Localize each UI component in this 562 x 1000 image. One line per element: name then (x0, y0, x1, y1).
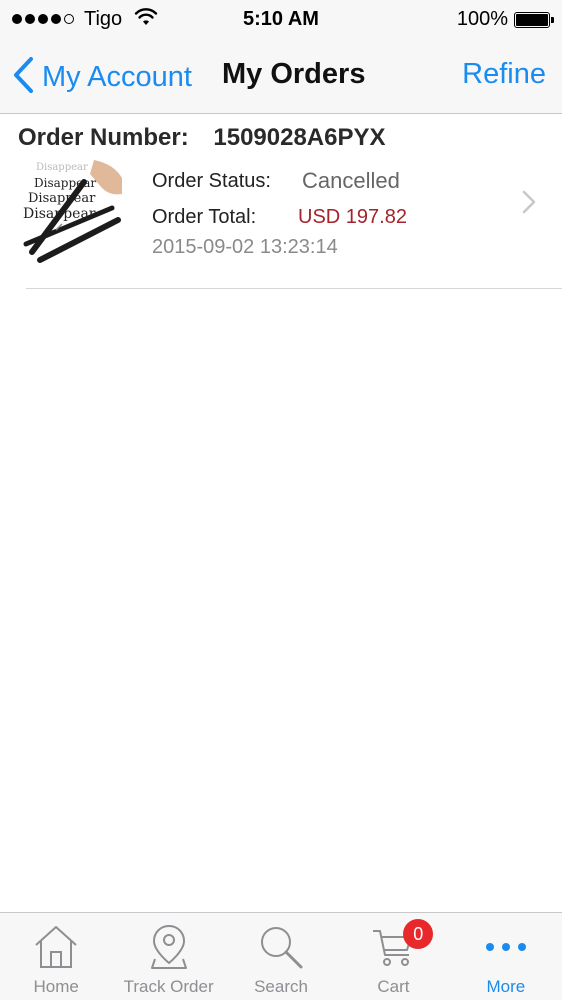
order-total-label: Order Total: (152, 206, 257, 228)
more-icon (483, 923, 529, 971)
search-icon (258, 923, 304, 971)
page-title: My Orders (222, 58, 366, 90)
status-right: 100% (456, 8, 554, 31)
cart-count-badge: 0 (403, 919, 434, 949)
order-status-value: Cancelled (302, 168, 400, 193)
order-number-value: 1509028A6PYX (213, 124, 386, 151)
tab-cart[interactable]: Cart 0 (337, 913, 449, 1000)
tab-label: Cart (377, 977, 410, 996)
pen-image (23, 160, 122, 263)
tab-home[interactable]: Home (0, 913, 112, 1000)
home-icon (33, 923, 79, 971)
refine-button[interactable]: Refine (462, 58, 546, 91)
order-number-header: Order Number: 1509028A6PYX (18, 124, 386, 152)
order-number-label: Order Number: (18, 124, 189, 151)
my-orders-screen: Tigo 5:10 AM 100% My Account My Orders R… (0, 0, 562, 1000)
tab-label: Search (254, 977, 308, 996)
chevron-left-icon (12, 56, 34, 99)
tab-more[interactable]: More (450, 913, 562, 1000)
tab-bar: Home Track Order Search Cart 0 More (0, 912, 562, 1000)
tab-label: Home (33, 977, 79, 996)
order-status-label: Order Status: (152, 170, 271, 192)
battery-percentage: 100% (456, 8, 508, 30)
chevron-right-icon (522, 190, 536, 219)
product-thumbnail: Disappear Disappear Disappear Disappear (22, 160, 126, 264)
order-total-value: USD 197.82 (298, 206, 407, 228)
location-pin-icon (149, 923, 189, 971)
navigation-bar: My Account My Orders Refine (0, 38, 562, 114)
order-date: 2015-09-02 13:23:14 (152, 236, 338, 258)
status-bar: Tigo 5:10 AM 100% (0, 0, 562, 38)
tab-track-order[interactable]: Track Order (112, 913, 224, 1000)
back-button[interactable]: My Account (12, 56, 192, 99)
list-divider (26, 288, 562, 289)
tab-label: Track Order (123, 977, 214, 996)
back-button-label: My Account (42, 61, 192, 93)
tab-search[interactable]: Search (225, 913, 337, 1000)
order-list-item[interactable]: Disappear Disappear Disappear Disappear … (0, 156, 562, 284)
tab-label: More (486, 977, 526, 996)
battery-icon (514, 11, 554, 28)
